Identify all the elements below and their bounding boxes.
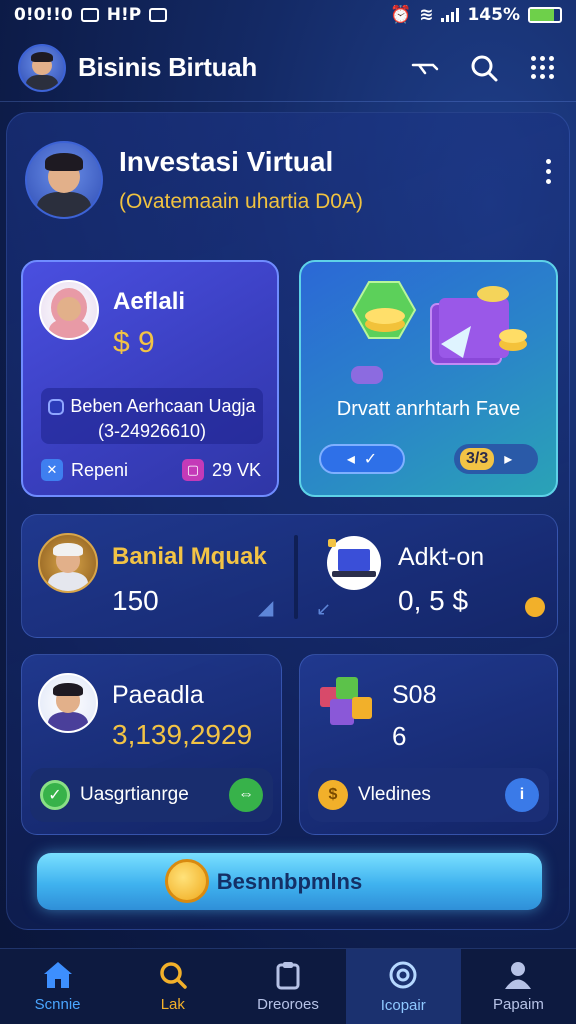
home-icon <box>43 962 72 988</box>
status-time: 0!0!!0 <box>14 5 73 25</box>
trend-down-icon: ↙ <box>316 599 332 619</box>
stat-left-name: Paeadla <box>112 681 204 709</box>
row-divider <box>294 535 298 619</box>
user-balance-card[interactable]: Aeflali $ 9 Beben Aerhcaan Uagja (3-2492… <box>21 260 279 497</box>
card-user-amount: $ 9 <box>113 326 155 359</box>
gift-icon: ▢ <box>181 459 204 481</box>
clipboard-icon <box>276 962 300 990</box>
photo-icon <box>149 8 168 22</box>
signal-icon <box>441 8 460 22</box>
nav-item-search[interactable]: Lak <box>115 949 230 1024</box>
hero-header: Investasi Virtual (Ovatemaain uhartia D0… <box>25 135 555 225</box>
search-icon <box>160 962 187 989</box>
nav-item-compare[interactable]: Icopair <box>345 949 461 1024</box>
refresh-icon: ✓ <box>40 780 70 810</box>
row-left-name: Banial Mquak <box>112 543 267 570</box>
investment-illustration-icon <box>351 281 527 384</box>
hero-title: Investasi Virtual <box>119 146 334 177</box>
stat-right-row-label: Vledines <box>358 784 431 805</box>
stat-left-value: 3,139,2929 <box>112 719 253 750</box>
app-title: Bisinis Birtuah <box>78 52 257 82</box>
member-avatar-icon <box>38 673 98 733</box>
hero-subtitle: (Ovatemaain uhartia D0A) <box>119 190 363 213</box>
more-options-icon[interactable] <box>546 159 551 184</box>
apps-grid-icon[interactable] <box>526 52 558 84</box>
profile-icon <box>505 962 532 989</box>
promo-label: Drvatt anrhtarh Fave <box>336 398 521 420</box>
coin-icon: $ <box>318 780 348 810</box>
user-avatar-icon <box>39 280 99 340</box>
stat-right-name: S08 <box>392 681 437 709</box>
stat-card-right[interactable]: S08 6 $ Vledines i <box>299 654 558 835</box>
status-bar: 0!0!!0 H!P ⏰ ≋ 145% <box>0 0 576 30</box>
row-right-name: Adkt-on <box>398 543 485 571</box>
at-sign-icon <box>389 961 417 989</box>
info-icon[interactable]: i <box>505 778 539 812</box>
promo-card[interactable]: Drvatt anrhtarh Fave ◂ ✓ 3/3 ▸ <box>299 260 558 497</box>
bottom-navigation: Scnnie Lak Dreoroes Icopair Papaim <box>0 948 576 1024</box>
stat-card-left[interactable]: Paeadla 3,139,2929 ✓ Uasgrtianrge ⇔ <box>21 654 282 835</box>
battery-percent: 145% <box>467 5 520 25</box>
card-user-info: Beben Aerhcaan Uagja (3-24926610) <box>41 388 263 444</box>
stat-right-row[interactable]: $ Vledines i <box>308 768 549 822</box>
coin-icon <box>525 597 545 617</box>
user-avatar-icon[interactable] <box>18 43 66 92</box>
profile-avatar[interactable] <box>25 141 103 219</box>
primary-cta-button[interactable]: Besnnbpmlns <box>37 853 542 910</box>
nav-item-orders[interactable]: Dreoroes <box>230 949 345 1024</box>
key-icon[interactable] <box>410 52 442 84</box>
id-icon <box>48 398 65 415</box>
status-network: H!P <box>106 5 142 25</box>
card-user-sub-line2: (3-24926610) <box>97 421 207 441</box>
stat-left-row[interactable]: ✓ Uasgrtianrge ⇔ <box>30 768 273 822</box>
battery-icon <box>528 7 562 23</box>
nav-item-profile[interactable]: Papaim <box>461 949 576 1024</box>
stat-left-row-label: Uasgrtianrge <box>80 784 189 805</box>
coin-icon <box>165 859 209 903</box>
alarm-icon: ⏰ <box>390 5 412 25</box>
laptop-icon <box>327 536 381 590</box>
member-avatar-icon <box>38 533 98 593</box>
card-user-sub-line1: Beben Aerhcaan Uagja <box>70 396 256 416</box>
card-user-right-tag[interactable]: ▢ 29 VK <box>181 459 261 481</box>
stat-right-value: 6 <box>392 721 407 751</box>
notification-icon <box>80 8 99 22</box>
promo-prev-button[interactable]: ◂ ✓ <box>319 444 405 474</box>
chevron-right-icon: ▸ <box>504 451 513 468</box>
check-icon: ✕ <box>41 459 63 481</box>
search-icon[interactable] <box>468 52 500 84</box>
card-user-name: Aeflali <box>113 288 186 315</box>
summary-row-card[interactable]: Banial Mquak 150 ◢ ↙ Adkt-on 0, 5 $ <box>21 514 558 638</box>
wifi-icon: ≋ <box>419 5 434 25</box>
blocks-icon <box>320 677 372 725</box>
app-bar: Bisinis Birtuah <box>0 34 576 102</box>
cta-label: Besnnbpmlns <box>216 868 363 894</box>
promo-next-button[interactable]: 3/3 ▸ <box>454 444 538 474</box>
card-user-left-tag[interactable]: ✕ Repeni <box>41 459 128 481</box>
expand-icon[interactable]: ⇔ <box>229 778 263 812</box>
trend-icon: ◢ <box>258 597 274 619</box>
nav-item-home[interactable]: Scnnie <box>0 949 115 1024</box>
row-left-value: 150 <box>112 585 159 616</box>
main-panel: Investasi Virtual (Ovatemaain uhartia D0… <box>6 112 570 930</box>
row-right-value: 0, 5 $ <box>398 585 469 616</box>
